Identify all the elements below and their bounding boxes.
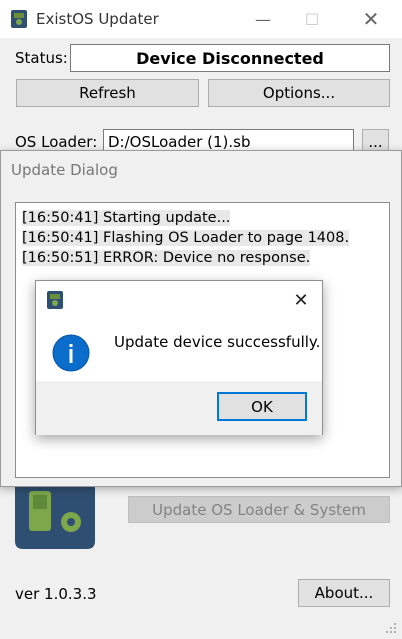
ok-button[interactable]: OK (217, 392, 307, 421)
maximize-icon: ☐ (304, 9, 320, 29)
log-line: [16:50:51] ERROR: Device no response. (22, 250, 311, 266)
refresh-button[interactable]: Refresh (16, 79, 199, 107)
options-button[interactable]: Options... (208, 79, 390, 107)
calculator-app-icon (47, 291, 63, 309)
close-icon[interactable]: ✕ (288, 287, 314, 313)
window-title: ExistOS Updater (36, 10, 159, 28)
info-icon (52, 334, 90, 372)
version-label: ver 1.0.3.3 (15, 585, 97, 603)
os-loader-label: OS Loader: (15, 133, 98, 151)
message-box: ✕ Update device successfully. OK (35, 280, 323, 435)
status-value: Device Disconnected (70, 44, 390, 72)
calculator-app-icon (11, 10, 27, 28)
status-label: Status: (15, 49, 68, 67)
resize-grip-icon[interactable] (384, 621, 398, 635)
calculator-device-icon (15, 487, 95, 549)
about-button[interactable]: About... (298, 579, 390, 607)
update-dialog-title: Update Dialog (11, 161, 118, 179)
log-line: [16:50:41] Flashing OS Loader to page 14… (22, 230, 350, 246)
minimize-icon[interactable]: — (240, 4, 286, 34)
update-loader-system-button: Update OS Loader & System (128, 496, 390, 523)
message-text: Update device successfully. (114, 333, 321, 351)
log-line: [16:50:41] Starting update... (22, 210, 231, 226)
close-icon[interactable]: ✕ (348, 4, 394, 34)
